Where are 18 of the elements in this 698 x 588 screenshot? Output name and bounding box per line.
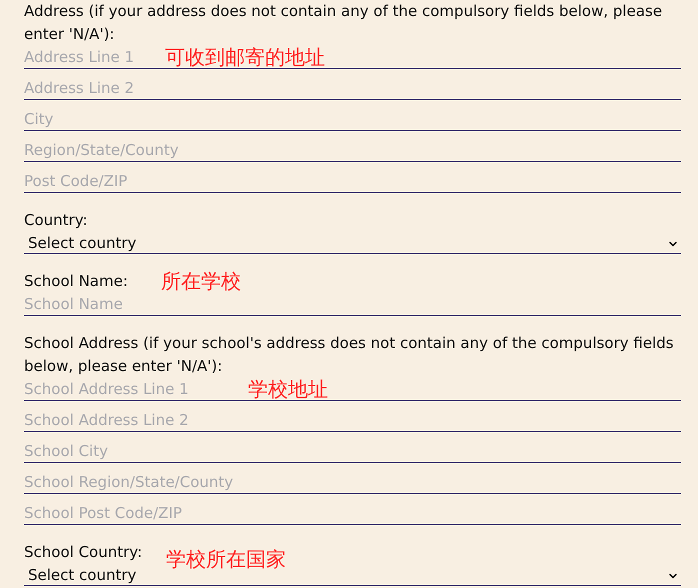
text-field[interactable]: Address Line 2 (24, 77, 681, 100)
field-label: School Address (if your school's address does not contain any of the compulsory fields below, please enter 'N/A'): (24, 333, 675, 377)
text-field[interactable]: Post Code/ZIP (24, 170, 681, 193)
text-field[interactable]: School Name (24, 293, 681, 316)
text-field[interactable]: City (24, 108, 681, 131)
text-field[interactable]: Region/State/County (24, 139, 681, 162)
field-label: Address (if your address does not contain any of the compulsory fields below, please enter 'N/A'): (24, 1, 664, 45)
text-field[interactable]: School City (24, 440, 681, 463)
annotation-text: 所在学校 (161, 270, 241, 292)
annotation-text: 可收到邮寄的地址 (165, 46, 325, 68)
text-field[interactable]: School Address Line 2 (24, 409, 681, 432)
text-field[interactable]: School Region/State/County (24, 471, 681, 494)
field-label: Country: (24, 210, 88, 231)
field-label: School Name: (24, 271, 128, 292)
text-field[interactable]: School Post Code/ZIP (24, 502, 681, 525)
country-select[interactable]: Select country (24, 232, 681, 254)
field-label: School Country: (24, 542, 142, 563)
annotation-text: 学校地址 (248, 378, 328, 400)
